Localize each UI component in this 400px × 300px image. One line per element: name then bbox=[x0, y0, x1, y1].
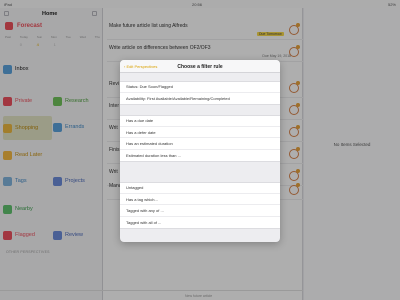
filter-rule-option[interactable]: Status: Due Soon/Flagged bbox=[120, 82, 280, 93]
popover-header: ‹ Edit Perspectives Choose a filter rule bbox=[120, 60, 280, 73]
filter-rule-option[interactable]: Estimated duration less than ... bbox=[120, 151, 280, 162]
filter-group-dates: Has a due date Has a defer date Has an e… bbox=[120, 115, 280, 162]
filter-rule-option[interactable]: Availability: First Available/Available/… bbox=[120, 94, 280, 105]
filter-rule-option[interactable]: Has a defer date bbox=[120, 128, 280, 138]
filter-group-tags: Untagged Has a tag which... Tagged with … bbox=[120, 182, 280, 229]
filter-rule-option[interactable]: Untagged bbox=[120, 183, 280, 194]
popover-title: Choose a filter rule bbox=[177, 63, 223, 70]
filter-rule-popover: ‹ Edit Perspectives Choose a filter rule… bbox=[120, 60, 280, 242]
filter-rule-option[interactable]: Has a tag which... bbox=[120, 195, 280, 205]
filter-rule-option[interactable]: Has a due date bbox=[120, 116, 280, 127]
filter-group-status: Status: Due Soon/Flagged Availability: F… bbox=[120, 81, 280, 105]
filter-rule-option[interactable]: Tagged with any of ... bbox=[120, 206, 280, 217]
filter-rule-option[interactable]: Has an estimated duration bbox=[120, 139, 280, 150]
filter-rule-option[interactable]: Tagged with all of ... bbox=[120, 218, 280, 229]
